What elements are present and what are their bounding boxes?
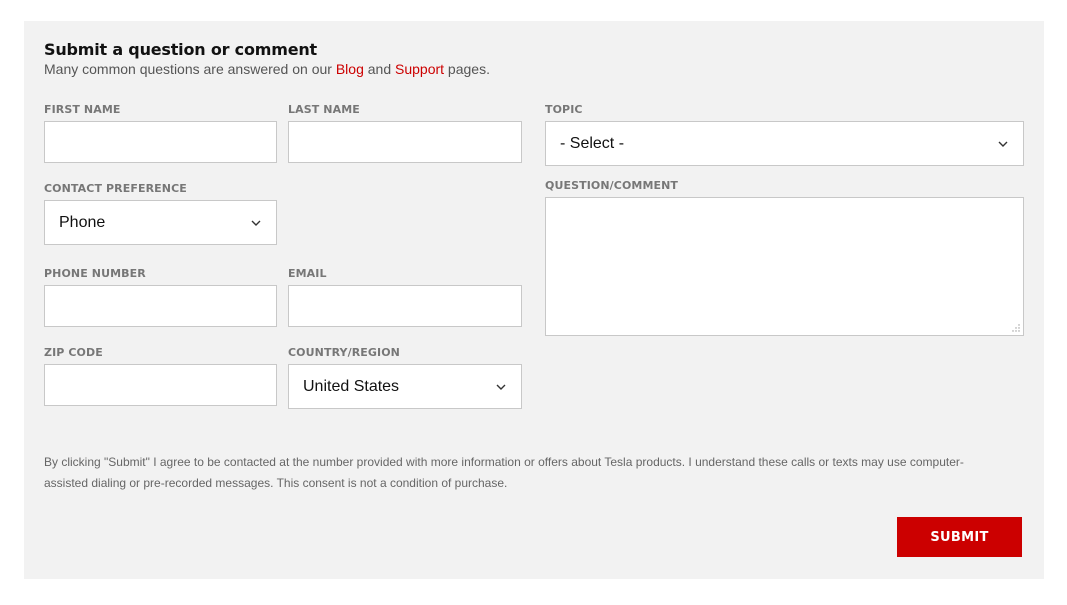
consent-disclaimer: By clicking "Submit" I agree to be conta… (44, 455, 964, 490)
last-name-label: LAST NAME (288, 103, 360, 116)
last-name-input[interactable] (288, 121, 522, 163)
topic-select[interactable]: - Select - (545, 121, 1024, 166)
contact-preference-select[interactable]: Phone (44, 200, 277, 245)
zip-code-label: ZIP CODE (44, 346, 103, 359)
contact-preference-value: Phone (59, 213, 106, 231)
country-region-select[interactable]: United States (288, 364, 522, 409)
question-comment-textarea[interactable] (545, 197, 1024, 336)
zip-code-input[interactable] (44, 364, 277, 406)
contact-form-panel: Submit a question or comment Many common… (24, 21, 1044, 579)
subtitle-and: and (363, 61, 395, 77)
country-region-label: COUNTRY/REGION (288, 346, 400, 359)
chevron-down-icon (251, 220, 261, 226)
phone-number-label: PHONE NUMBER (44, 267, 146, 280)
topic-label: TOPIC (545, 103, 583, 116)
phone-number-input[interactable] (44, 285, 277, 327)
support-link[interactable]: Support (395, 61, 444, 77)
topic-selected-value: - Select - (560, 134, 625, 152)
contact-preference-label: CONTACT PREFERENCE (44, 182, 187, 195)
chevron-down-icon (496, 384, 506, 390)
chevron-down-icon (998, 141, 1008, 147)
country-region-value: United States (303, 377, 400, 395)
question-comment-label: QUESTION/COMMENT (545, 179, 679, 192)
blog-link[interactable]: Blog (336, 61, 364, 77)
subtitle-suffix: pages. (444, 61, 490, 77)
first-name-label: FIRST NAME (44, 103, 121, 116)
first-name-input[interactable] (44, 121, 277, 163)
form-title: Submit a question or comment (44, 40, 317, 59)
resize-grip-icon[interactable] (1012, 324, 1020, 332)
subtitle-prefix: Many common questions are answered on ou… (44, 61, 336, 77)
email-label: EMAIL (288, 267, 327, 280)
submit-button[interactable]: SUBMIT (897, 517, 1022, 557)
email-input[interactable] (288, 285, 522, 327)
form-subtitle: Many common questions are answered on ou… (44, 61, 490, 77)
